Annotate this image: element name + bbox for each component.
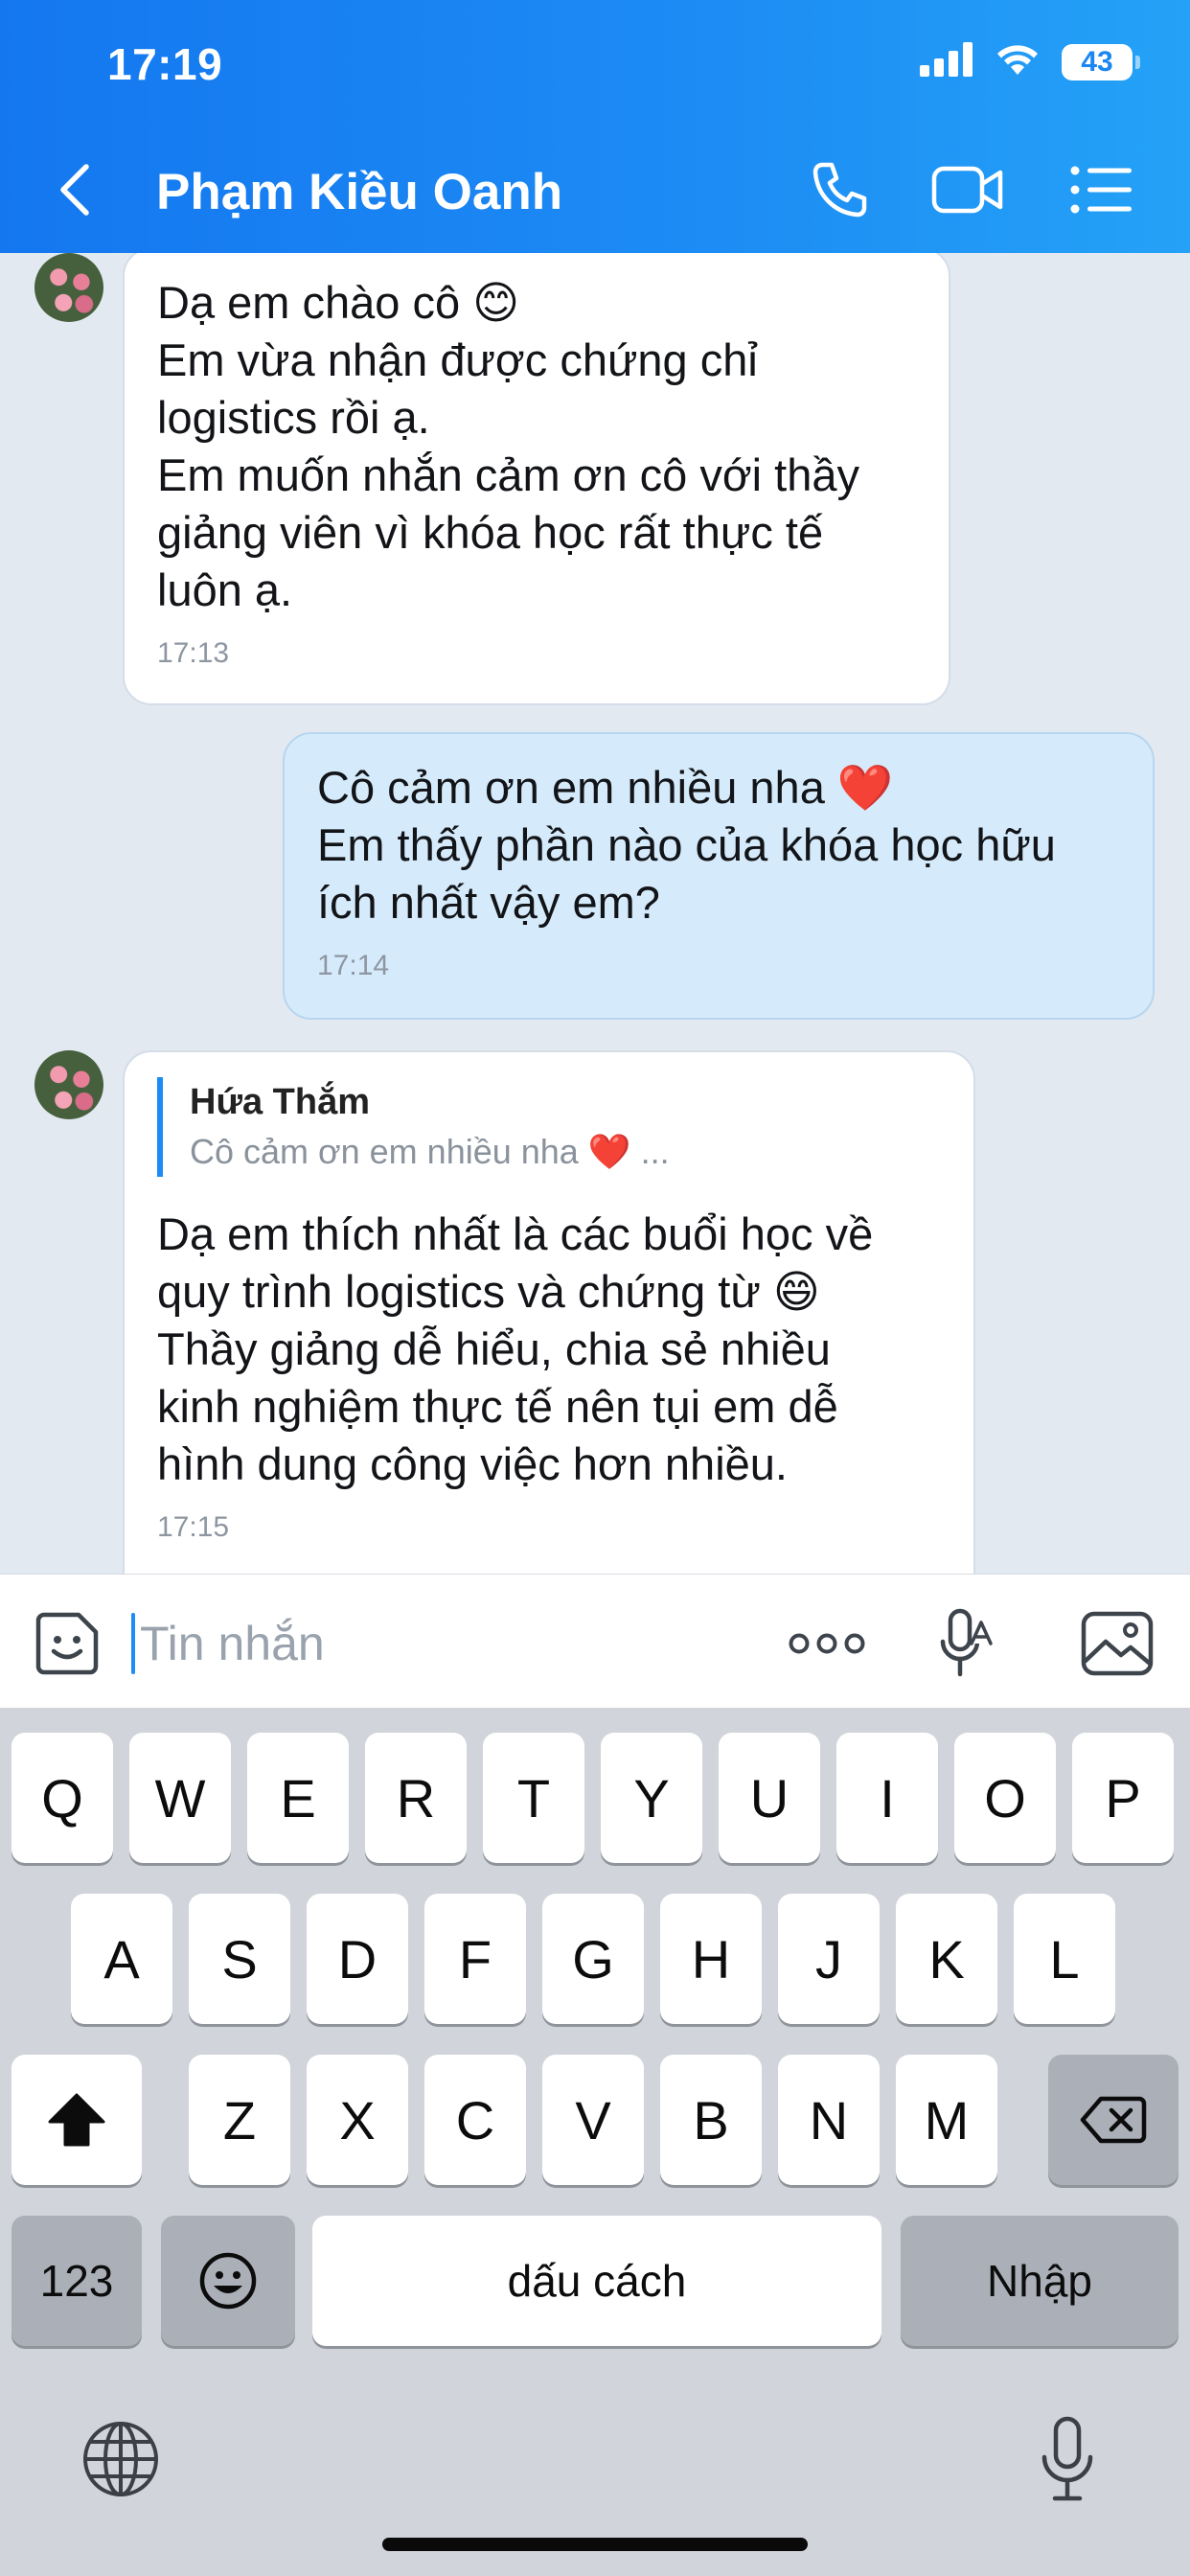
key[interactable]: R	[365, 1733, 467, 1863]
on-screen-keyboard: Q W E R T Y U I O P A S D F G H J K L Z …	[0, 1708, 1190, 2576]
shift-key[interactable]	[11, 2055, 142, 2185]
wifi-icon	[995, 42, 1041, 81]
chat-options-button[interactable]	[1065, 161, 1138, 218]
message-text: Dạ em thích nhất là các buổi học về quy …	[157, 1208, 874, 1489]
image-button[interactable]	[1079, 1605, 1156, 1682]
voice-to-text-button[interactable]	[929, 1603, 1002, 1684]
sticker-icon	[35, 1612, 99, 1675]
dictation-key[interactable]	[1033, 2413, 1102, 2505]
image-icon	[1081, 1611, 1154, 1676]
key[interactable]: E	[247, 1733, 349, 1863]
key[interactable]: I	[836, 1733, 938, 1863]
more-dots-icon	[789, 1633, 865, 1654]
video-call-button[interactable]	[931, 161, 1004, 218]
key[interactable]: T	[483, 1733, 584, 1863]
key[interactable]: Z	[189, 2055, 290, 2185]
message-list[interactable]: Dạ em chào cô 😊 Em vừa nhận được chứng c…	[0, 253, 1190, 1574]
chevron-left-icon	[60, 164, 89, 216]
more-options-button[interactable]	[784, 1613, 870, 1674]
key[interactable]: P	[1072, 1733, 1174, 1863]
quote-text: Cô cảm ơn em nhiều nha ❤️ ...	[190, 1132, 670, 1171]
voice-call-button[interactable]	[803, 161, 876, 218]
message-time: 17:13	[157, 637, 230, 669]
quote-author: Hứa Thắm	[190, 1082, 370, 1122]
text-cursor	[131, 1613, 135, 1674]
key[interactable]: S	[189, 1894, 290, 2024]
backspace-icon	[1080, 2096, 1147, 2144]
key[interactable]: L	[1014, 1894, 1115, 2024]
battery-indicator: 43	[1062, 43, 1140, 80]
key[interactable]: Q	[11, 1733, 113, 1863]
home-indicator[interactable]	[382, 2538, 808, 2551]
key[interactable]: W	[129, 1733, 231, 1863]
message-composer	[0, 1574, 1190, 1708]
quoted-message[interactable]: Hứa Thắm Cô cảm ơn em nhiều nha ❤️ ...	[157, 1077, 941, 1177]
numbers-key[interactable]: 123	[11, 2216, 142, 2346]
key[interactable]: V	[542, 2055, 644, 2185]
message-input[interactable]	[140, 1605, 753, 1682]
chat-header: 17:19 43 Phạm Kiều Oanh	[0, 0, 1190, 253]
globe-icon	[83, 2422, 158, 2496]
message-bubble-reply[interactable]: Hứa Thắm Cô cảm ơn em nhiều nha ❤️ ... D…	[123, 1050, 975, 1574]
avatar[interactable]	[34, 253, 103, 322]
menu-list-icon	[1070, 166, 1132, 214]
voice-to-text-icon	[940, 1608, 993, 1677]
phone-icon	[812, 162, 867, 218]
key[interactable]: N	[778, 2055, 880, 2185]
message-text: Dạ em chào cô 😊 Em vừa nhận được chứng c…	[157, 277, 860, 615]
message-time: 17:14	[317, 950, 390, 981]
key[interactable]: X	[307, 2055, 408, 2185]
backspace-key[interactable]	[1048, 2055, 1179, 2185]
status-icons: 43	[920, 42, 1140, 81]
signal-icon	[920, 42, 973, 81]
video-call-icon	[931, 166, 1003, 214]
key[interactable]: J	[778, 1894, 880, 2024]
key[interactable]: M	[896, 2055, 997, 2185]
message-text: Cô cảm ơn em nhiều nha ❤️ Em thấy phần n…	[317, 762, 1056, 928]
key[interactable]: B	[660, 2055, 762, 2185]
message-bubble-sent[interactable]: Cô cảm ơn em nhiều nha ❤️ Em thấy phần n…	[283, 732, 1155, 1020]
return-key[interactable]: Nhập	[901, 2216, 1179, 2346]
key[interactable]: Y	[601, 1733, 702, 1863]
avatar[interactable]	[34, 1050, 103, 1119]
shift-arrow-icon	[48, 2093, 105, 2147]
contact-name[interactable]: Phạm Kiều Oanh	[156, 163, 562, 221]
message-time: 17:15	[157, 1511, 230, 1543]
emoji-key[interactable]	[161, 2216, 295, 2346]
key[interactable]: H	[660, 1894, 762, 2024]
space-key[interactable]: dấu cách	[312, 2216, 881, 2346]
sticker-button[interactable]	[31, 1607, 103, 1680]
key[interactable]: D	[307, 1894, 408, 2024]
back-button[interactable]	[57, 161, 105, 218]
key[interactable]: O	[954, 1733, 1056, 1863]
key[interactable]: U	[719, 1733, 820, 1863]
microphone-icon	[1041, 2416, 1093, 2501]
key[interactable]: G	[542, 1894, 644, 2024]
key[interactable]: K	[896, 1894, 997, 2024]
key[interactable]: A	[71, 1894, 172, 2024]
globe-key[interactable]	[80, 2419, 161, 2499]
status-time: 17:19	[107, 39, 223, 89]
key[interactable]: F	[424, 1894, 526, 2024]
message-bubble[interactable]: Dạ em chào cô 😊 Em vừa nhận được chứng c…	[123, 253, 950, 705]
chat-screen: 17:19 43 Phạm Kiều Oanh Dạ em chào cô 😊 …	[0, 0, 1190, 2576]
emoji-icon	[199, 2252, 257, 2310]
key[interactable]: C	[424, 2055, 526, 2185]
